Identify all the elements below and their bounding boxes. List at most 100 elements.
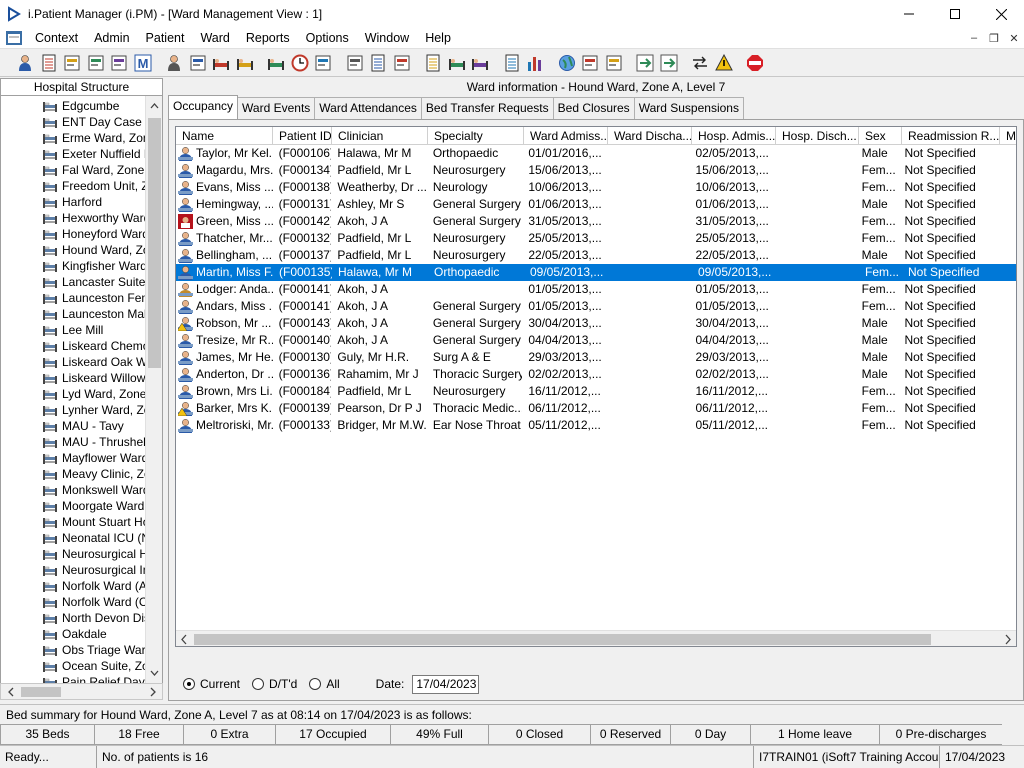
tree-item[interactable]: Norfolk Ward (Ad — [1, 578, 154, 594]
history-button[interactable] — [391, 52, 413, 74]
exit-button[interactable] — [744, 52, 766, 74]
table-row[interactable]: Meltroriski, Mr... (F000133) Bridger, Mr M… — [176, 417, 996, 434]
column-header[interactable]: Clinician — [332, 127, 428, 145]
notes-button[interactable] — [367, 52, 389, 74]
radio-current-indicator[interactable] — [183, 678, 195, 690]
record-button[interactable] — [61, 52, 83, 74]
tree-item[interactable]: Launceston Fema — [1, 290, 158, 306]
tree-item[interactable]: Liskeard Willow V — [1, 370, 157, 386]
column-header[interactable]: Hosp. Admis... — [692, 127, 776, 145]
edit-form-button[interactable] — [85, 52, 107, 74]
table-row[interactable]: Barker, Mrs K... (F000139) Pearson, Dr P J… — [176, 400, 996, 417]
column-header[interactable]: Readmission R... — [902, 127, 1000, 145]
tab-occupancy[interactable]: Occupancy — [168, 95, 239, 119]
ward-m-button[interactable]: M — [132, 52, 154, 74]
admission-bed-button[interactable] — [210, 52, 232, 74]
table-row[interactable]: Green, Miss ... (F000142) Akoh, J A General… — [176, 213, 996, 230]
tree-item[interactable]: Mayflower Ward, — [1, 450, 152, 466]
tree-horizontal-scrollbar[interactable] — [0, 683, 163, 700]
person-button[interactable] — [163, 52, 185, 74]
menu-options[interactable]: Options — [298, 28, 357, 49]
tree-item[interactable]: Lyd Ward, Zone I — [1, 386, 153, 402]
tree-item[interactable]: Exeter Nuffield H — [1, 146, 153, 162]
tree-item[interactable]: Hound Ward, Zo — [1, 242, 150, 258]
column-header[interactable]: Name — [176, 127, 273, 145]
tree-item[interactable]: Oakdale — [1, 626, 107, 642]
tree-item[interactable]: Norfolk Ward (Co — [1, 594, 154, 610]
tree-item[interactable]: Lancaster Suite, Z — [1, 274, 159, 290]
tree-item[interactable]: Lynher Ward, Zon — [1, 402, 157, 418]
list-button[interactable] — [422, 52, 444, 74]
menu-patient[interactable]: Patient — [138, 28, 193, 49]
tree-item[interactable]: MAU - Thrushel — [1, 434, 146, 450]
table-row[interactable]: Anderton, Dr ... (F000136) Rahamim, Mr J Th… — [176, 366, 996, 383]
radio-current[interactable]: Current — [183, 677, 240, 691]
occupancy-grid[interactable]: Name Patient ID Clinician Specialty Ward Adm… — [175, 126, 1017, 647]
table-row[interactable]: Brown, Mrs Li... (F000184) Padfield, Mr L N… — [176, 383, 996, 400]
transfer-bed-button[interactable] — [234, 52, 256, 74]
table-row[interactable]: Thatcher, Mr... (F000132) Padfield, Mr L Ne… — [176, 230, 996, 247]
table-row[interactable]: Andars, Miss ... (F000141) Akoh, J A Genera… — [176, 298, 996, 315]
form-list-button[interactable] — [108, 52, 130, 74]
table-row[interactable]: Tresize, Mr R... (F000140) Akoh, J A Genera… — [176, 332, 996, 349]
tree-item[interactable]: Liskeard Oak Wa — [1, 354, 154, 370]
grid-horizontal-scrollbar[interactable] — [176, 630, 1016, 646]
table-row[interactable]: Robson, Mr ... (F000143) Akoh, J A General … — [176, 315, 996, 332]
globe-button[interactable] — [556, 52, 578, 74]
maximize-button[interactable] — [932, 0, 978, 28]
tab-bed-closures[interactable]: Bed Closures — [552, 97, 635, 119]
table-row[interactable]: Evans, Miss ... (F000138) Weatherby, Dr ..… — [176, 179, 996, 196]
mdi-window-icon[interactable] — [5, 30, 23, 46]
tree-item[interactable]: Edgcumbe — [1, 98, 119, 114]
tab-ward-events[interactable]: Ward Events — [237, 97, 316, 119]
tree-item[interactable]: Hexworthy Ward, — [1, 210, 154, 226]
tree-item[interactable]: Lee Mill — [1, 322, 103, 338]
radio-dtd-indicator[interactable] — [252, 678, 265, 690]
bed-button[interactable] — [446, 52, 468, 74]
column-header[interactable]: Patient ID — [273, 127, 332, 145]
table-row[interactable]: Lodger: Anda... (F000141) Akoh, J A 01/05/2… — [176, 281, 996, 298]
table-row[interactable]: Hemingway, ... (F000131) Ashley, Mr S Gener… — [176, 196, 996, 213]
tree-item[interactable]: Harford — [1, 194, 102, 210]
warning-button[interactable] — [713, 52, 735, 74]
bed-cancel-button[interactable] — [265, 52, 287, 74]
check-list-2-button[interactable] — [603, 52, 625, 74]
tree-item[interactable]: ENT Day Case U — [1, 114, 154, 130]
table-row[interactable]: Magardu, Mrs... (F000134) Padfield, Mr L Ne… — [176, 162, 996, 179]
tab-ward-suspensions[interactable]: Ward Suspensions — [633, 97, 744, 119]
column-header[interactable]: Ward Admiss... — [524, 127, 608, 145]
tree-item[interactable]: Ocean Suite, Zor — [1, 658, 153, 674]
page-button[interactable] — [501, 52, 523, 74]
check-list-button[interactable] — [579, 52, 601, 74]
table-row-selected[interactable]: Martin, Miss F... (F000135) Halawa, Mr M Or… — [176, 264, 1016, 281]
clock-button[interactable] — [289, 52, 311, 74]
table-row[interactable]: Taylor, Mr Kel... (F000106) Halawa, Mr M Or… — [176, 145, 996, 162]
screen-button[interactable] — [312, 52, 334, 74]
tree-item[interactable]: Freedom Unit, Zo — [1, 178, 155, 194]
printer-button[interactable] — [38, 52, 60, 74]
menu-help[interactable]: Help — [417, 28, 459, 49]
column-header[interactable]: Specialty — [428, 127, 524, 145]
table-row[interactable]: Bellingham, ... (F000137) Padfield, Mr L Ne… — [176, 247, 996, 264]
tree-item[interactable]: MAU - Tavy — [1, 418, 124, 434]
mdi-close-button[interactable]: ✕ — [1004, 32, 1024, 45]
menu-window[interactable]: Window — [357, 28, 417, 49]
bed-transfer-button[interactable] — [469, 52, 491, 74]
close-button[interactable] — [978, 0, 1024, 28]
bar-chart-button[interactable] — [524, 52, 546, 74]
tab-bed-transfer-requests[interactable]: Bed Transfer Requests — [420, 97, 554, 119]
column-header[interactable]: Ward Discha... — [608, 127, 692, 145]
tree-item[interactable]: Pain Relief Day C — [1, 674, 157, 683]
tab-ward-attendances[interactable]: Ward Attendances — [314, 97, 422, 119]
date-field[interactable]: 17/04/2023 — [412, 674, 480, 694]
tree-item[interactable]: Honeyford Ward, — [1, 226, 152, 242]
radio-all[interactable]: All — [309, 677, 340, 691]
radio-all-indicator[interactable] — [309, 678, 322, 690]
menu-context[interactable]: Context — [27, 28, 86, 49]
minimize-button[interactable] — [886, 0, 932, 28]
swap-button[interactable] — [689, 52, 711, 74]
radio-dtd[interactable]: D/T'd — [252, 677, 297, 691]
table-row[interactable]: James, Mr He... (F000130) Guly, Mr H.R. Sur… — [176, 349, 996, 366]
patient-search-button[interactable] — [14, 52, 36, 74]
green-arrow-button[interactable] — [634, 52, 656, 74]
